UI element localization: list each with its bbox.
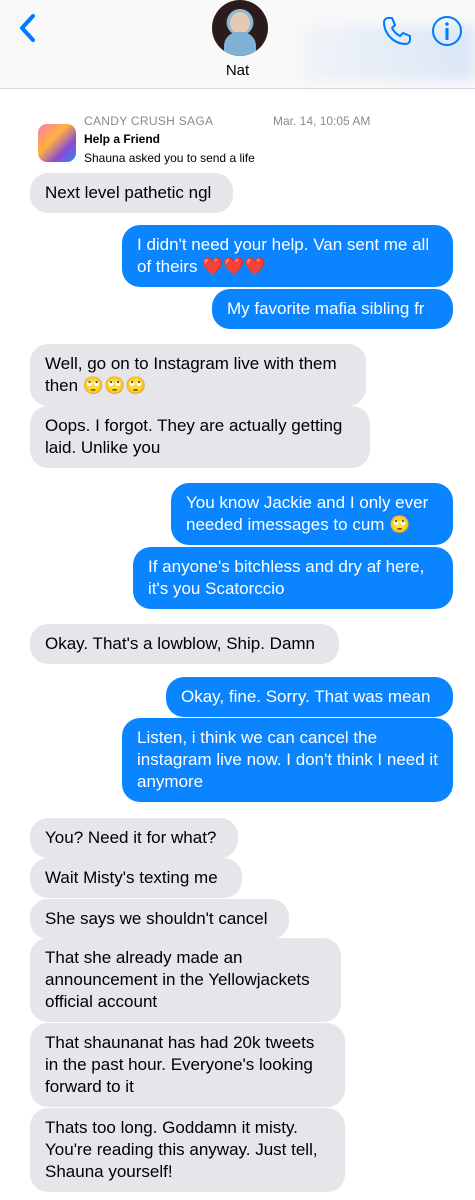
message-bubble[interactable]: Oops. I forgot. They are actually gettin… — [30, 406, 370, 468]
message-bubble[interactable]: You know Jackie and I only ever needed i… — [171, 483, 453, 545]
avatar[interactable] — [212, 0, 268, 56]
message-bubble[interactable]: Next level pathetic ngl — [30, 173, 233, 213]
app-name: CANDY CRUSH SAGA — [84, 114, 214, 128]
avatar-body — [224, 32, 256, 56]
message-bubble[interactable]: You? Need it for what? — [30, 818, 238, 858]
app-message-subtitle: Shauna asked you to send a life — [84, 151, 255, 165]
message-timestamp: Mar. 14, 10:05 AM — [273, 114, 371, 128]
chevron-left-icon[interactable] — [14, 12, 42, 44]
message-bubble[interactable]: That shaunanat has had 20k tweets in the… — [30, 1023, 345, 1107]
phone-icon[interactable] — [380, 14, 414, 48]
message-bubble[interactable]: Thats too long. Goddamn it misty. You're… — [30, 1108, 345, 1192]
avatar-face — [230, 12, 250, 34]
message-bubble[interactable]: I didn't need your help. Van sent me all… — [122, 225, 453, 287]
contact-name[interactable]: Nat — [0, 62, 475, 79]
message-bubble[interactable]: Listen, i think we can cancel the instag… — [122, 718, 453, 802]
conversation-header: Nat — [0, 0, 475, 89]
app-message-title: Help a Friend — [84, 132, 161, 146]
message-bubble[interactable]: Well, go on to Instagram live with them … — [30, 344, 366, 406]
app-system-message[interactable]: CANDY CRUSH SAGA Mar. 14, 10:05 AM Help … — [0, 108, 475, 168]
message-bubble[interactable]: If anyone's bitchless and dry af here, i… — [133, 547, 453, 609]
message-bubble[interactable]: Okay. That's a lowblow, Ship. Damn — [30, 624, 339, 664]
candy-crush-app-icon — [38, 124, 76, 162]
message-bubble[interactable]: She says we shouldn't cancel — [30, 899, 289, 939]
message-bubble[interactable]: Okay, fine. Sorry. That was mean — [166, 677, 453, 717]
message-bubble[interactable]: That she already made an announcement in… — [30, 938, 341, 1022]
message-bubble[interactable]: Wait Misty's texting me — [30, 858, 242, 898]
message-bubble[interactable]: My favorite mafia sibling fr — [212, 289, 453, 329]
info-icon[interactable] — [430, 14, 464, 48]
